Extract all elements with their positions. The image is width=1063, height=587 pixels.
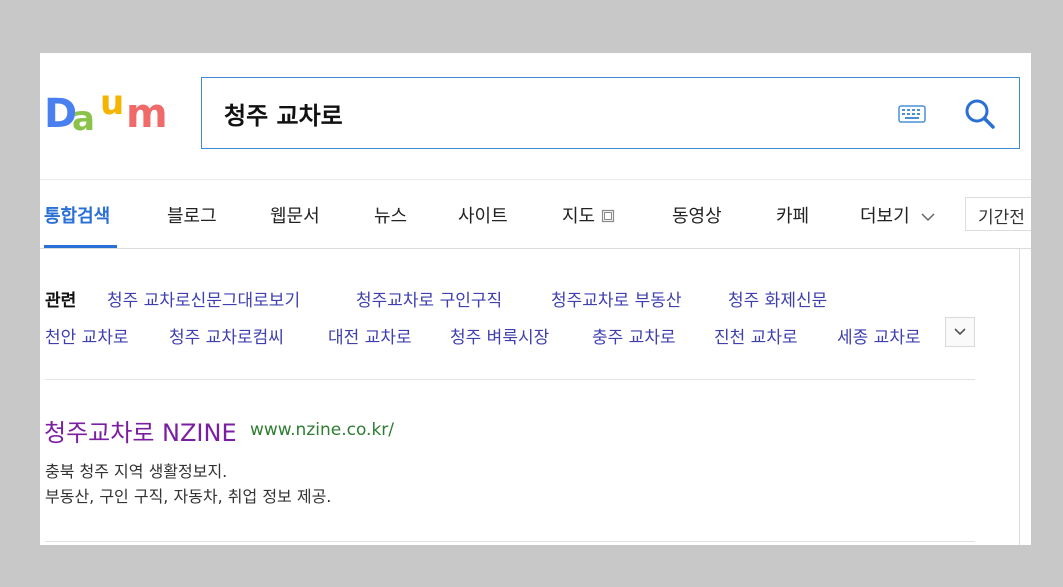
logo-letter-a: a: [72, 99, 95, 139]
result-description-line: 충북 청주 지역 생활정보지.: [45, 462, 228, 481]
search-icon[interactable]: [962, 96, 998, 132]
active-tab-indicator: [44, 245, 117, 248]
chevron-down-icon: [921, 213, 935, 222]
related-link[interactable]: 충주 교차로: [592, 323, 676, 348]
tab-map-label: 지도: [562, 206, 596, 227]
keyboard-icon[interactable]: [898, 104, 926, 124]
related-link[interactable]: 세종 교차로: [837, 323, 932, 348]
scroll-divider: [1019, 249, 1020, 545]
related-link[interactable]: 대전 교차로: [328, 323, 412, 348]
tab-news[interactable]: 뉴스: [374, 202, 407, 228]
expand-related-button[interactable]: [945, 317, 975, 347]
tab-map[interactable]: 지도: [562, 202, 615, 228]
section-divider: [45, 379, 975, 380]
search-tabs: 통합검색 블로그 웹문서 뉴스 사이트 지도 동영상 카페 더보기 기간전: [40, 179, 1031, 249]
related-link[interactable]: 진천 교차로: [714, 323, 798, 348]
related-link[interactable]: 천안 교차로: [45, 323, 129, 348]
search-bar: [201, 77, 1020, 149]
search-page: D a u m 통합검색 블로그 웹문서 뉴스 사이트 지도: [40, 53, 1031, 545]
related-link[interactable]: 청주 교차로컴씨: [169, 323, 284, 348]
daum-logo[interactable]: D a u m: [44, 83, 174, 139]
external-window-icon: [601, 209, 614, 223]
related-link[interactable]: 청주 벼룩시장: [450, 323, 549, 348]
related-link[interactable]: 청주교차로 구인구직: [356, 286, 502, 311]
result-description-line: 부동산, 구인 구직, 자동차, 취업 정보 제공.: [45, 487, 332, 506]
section-divider: [45, 541, 975, 542]
related-link[interactable]: 청주 교차로신문그대로보기: [107, 286, 300, 311]
period-filter-button[interactable]: 기간전: [965, 197, 1031, 231]
result-title-link[interactable]: 청주교차로 NZINE: [44, 413, 237, 448]
related-link[interactable]: 청주교차로 부동산: [551, 286, 682, 311]
related-link[interactable]: 청주 화제신문: [728, 286, 827, 311]
result-url-link[interactable]: www.nzine.co.kr/: [250, 420, 394, 440]
logo-letter-u: u: [100, 83, 125, 123]
tab-site[interactable]: 사이트: [458, 202, 508, 228]
chevron-down-icon: [954, 328, 966, 336]
tab-webdoc[interactable]: 웹문서: [270, 202, 320, 228]
logo-letter-m: m: [126, 91, 168, 137]
tab-video[interactable]: 동영상: [672, 202, 722, 228]
related-label: 관련: [45, 291, 77, 311]
tab-more-label: 더보기: [860, 206, 910, 227]
tab-blog[interactable]: 블로그: [167, 202, 217, 228]
tab-more[interactable]: 더보기: [860, 202, 935, 228]
tab-cafe[interactable]: 카페: [776, 202, 809, 228]
tab-integrated[interactable]: 통합검색: [44, 202, 110, 228]
search-input[interactable]: [224, 96, 824, 130]
